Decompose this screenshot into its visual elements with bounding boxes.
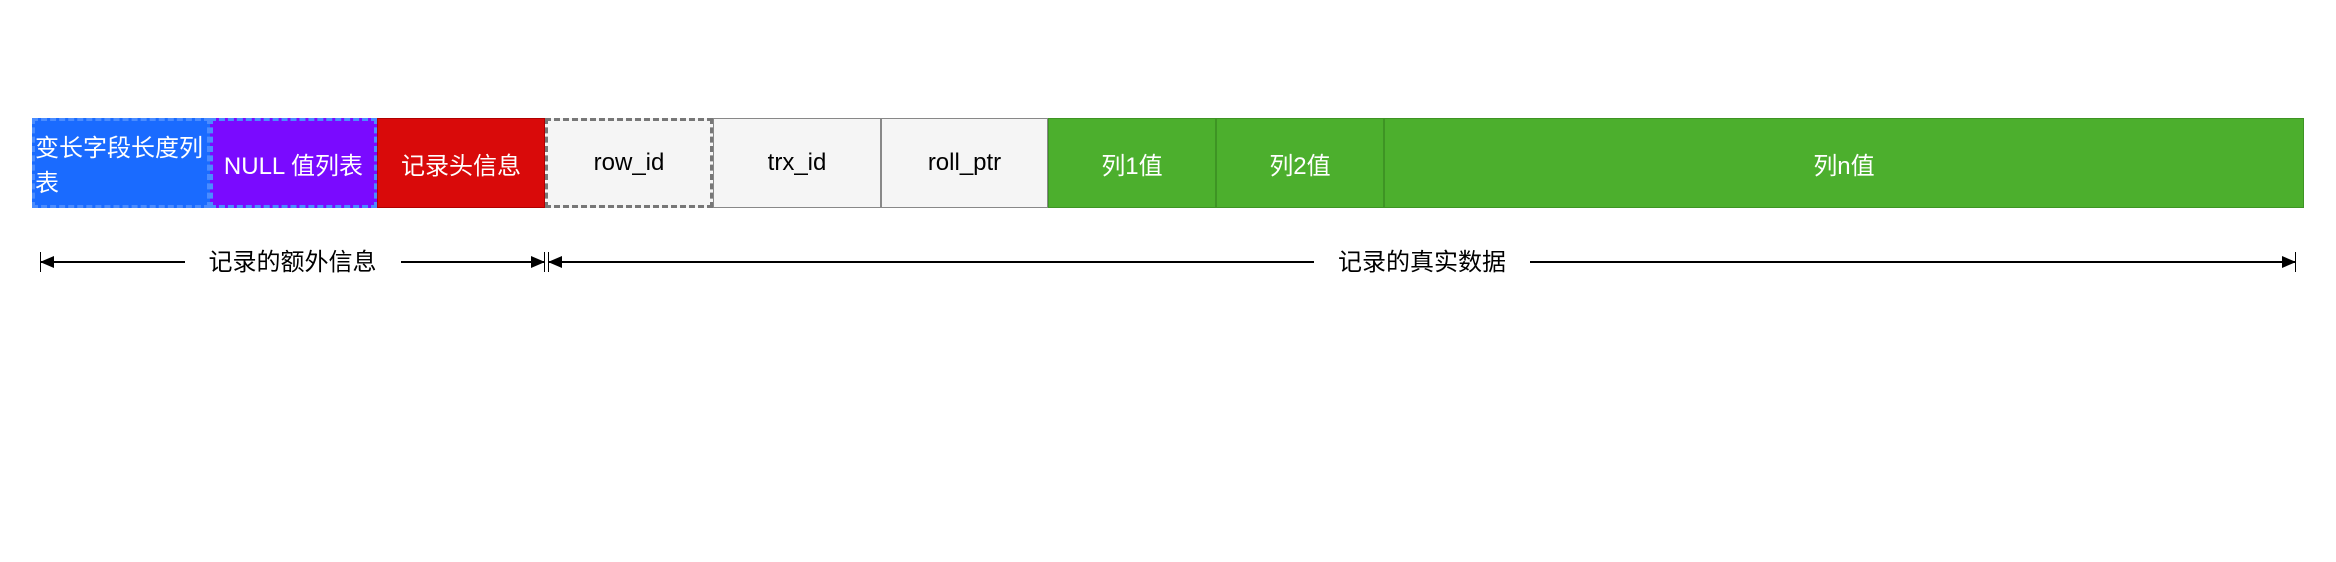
cell-varlen-list: 变长字段长度列表 <box>32 118 210 208</box>
cell-record-header: 记录头信息 <box>377 118 545 208</box>
cell-null-list: NULL 值列表 <box>210 118 377 208</box>
annotation-extra-info: 记录的额外信息 <box>40 228 545 288</box>
cell-row-id: row_id <box>545 118 713 208</box>
cell-trx-id: trx_id <box>713 118 881 208</box>
annotation-real-data: 记录的真实数据 <box>548 228 2296 288</box>
cell-col1: 列1值 <box>1048 118 1216 208</box>
annotation-extra-info-label: 记录的额外信息 <box>185 242 401 277</box>
record-structure-diagram: 变长字段长度列表 NULL 值列表 记录头信息 row_id trx_id ro… <box>0 0 2336 562</box>
record-row: 变长字段长度列表 NULL 值列表 记录头信息 row_id trx_id ro… <box>32 118 2304 208</box>
cell-col2: 列2值 <box>1216 118 1384 208</box>
annotation-real-data-label: 记录的真实数据 <box>1314 242 1530 277</box>
cell-coln: 列n值 <box>1384 118 2304 208</box>
cell-roll-ptr: roll_ptr <box>881 118 1048 208</box>
